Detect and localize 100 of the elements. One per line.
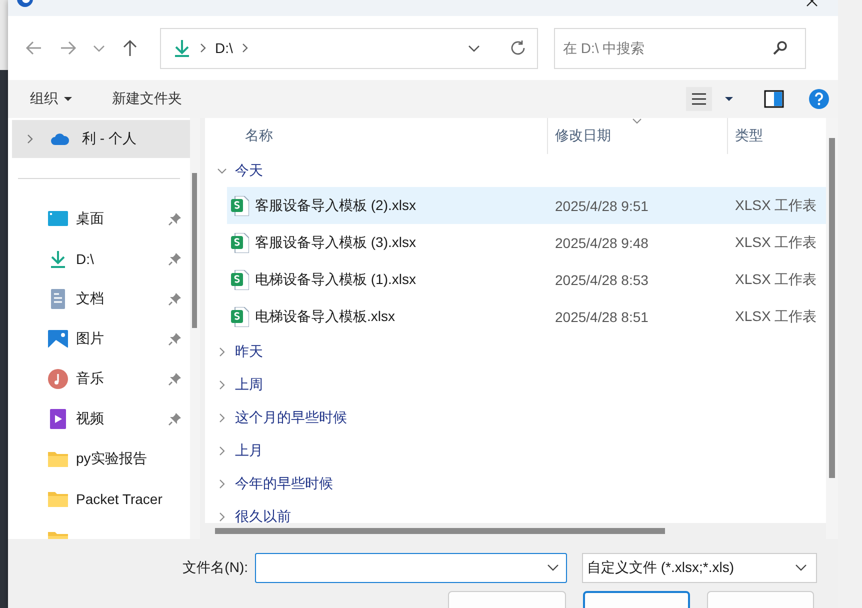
group-label: 昨天 bbox=[235, 342, 263, 360]
address-bar[interactable]: D:\ bbox=[160, 28, 538, 68]
list-view-icon[interactable] bbox=[686, 87, 712, 111]
sort-chevron-icon bbox=[632, 118, 642, 124]
folder-icon bbox=[48, 451, 68, 467]
sidebar-item[interactable]: py实验报告 bbox=[8, 439, 190, 479]
group-label: 这个月的早些时候 bbox=[235, 408, 347, 426]
sidebar-label: 利 - 个人 bbox=[82, 130, 136, 148]
pin-icon[interactable] bbox=[168, 332, 182, 346]
sidebar-label: Packet Tracer bbox=[76, 491, 162, 507]
new-folder-button[interactable]: 新建文件夹 bbox=[104, 86, 190, 112]
modified-date: 2025/4/28 9:48 bbox=[555, 234, 650, 250]
chevron-down-icon[interactable] bbox=[795, 564, 807, 572]
pin-icon[interactable] bbox=[168, 412, 182, 426]
chevron-right-icon[interactable] bbox=[240, 43, 249, 53]
chevron-right-icon[interactable] bbox=[217, 346, 227, 356]
modified-date: 2025/4/28 8:51 bbox=[555, 308, 650, 324]
sidebar-label: D:\ bbox=[76, 251, 94, 267]
search-field[interactable]: 在 D:\ 中搜索 bbox=[554, 28, 806, 68]
picture-icon bbox=[48, 330, 68, 348]
refresh-icon[interactable] bbox=[509, 39, 527, 57]
file-row[interactable]: 电梯设备导入模板.xlsx 2025/4/28 8:51 XLSX 工作表 bbox=[227, 298, 826, 335]
group-header[interactable]: 昨天 bbox=[205, 335, 826, 368]
sidebar-item[interactable]: Packet Tracer bbox=[8, 479, 190, 519]
cloud-icon bbox=[50, 131, 70, 147]
file-row[interactable]: 电梯设备导入模板 (1).xlsx 2025/4/28 8:53 XLSX 工作表 bbox=[227, 261, 826, 298]
group-label: 上周 bbox=[235, 376, 263, 394]
sidebar-item[interactable]: 视频 bbox=[8, 399, 190, 439]
chevron-down-icon[interactable] bbox=[547, 564, 559, 572]
group-label: 今年的早些时候 bbox=[235, 474, 333, 492]
scrollbar-thumb[interactable] bbox=[192, 173, 197, 328]
file-type: XLSX 工作表 bbox=[735, 196, 817, 214]
organize-menu-button[interactable]: 组织 bbox=[22, 86, 80, 112]
spreadsheet-file-icon bbox=[231, 232, 249, 252]
group-label: 上月 bbox=[235, 442, 263, 460]
path-segment[interactable]: D:\ bbox=[215, 40, 233, 56]
file-type: XLSX 工作表 bbox=[735, 234, 817, 252]
sidebar-item[interactable]: 音乐 bbox=[8, 359, 190, 399]
pin-icon[interactable] bbox=[168, 292, 182, 306]
group-label: 很久以前 bbox=[235, 508, 291, 523]
chevron-right-icon[interactable] bbox=[217, 446, 227, 456]
pin-icon[interactable] bbox=[168, 252, 182, 266]
sidebar-item[interactable]: 桌面 bbox=[8, 199, 190, 239]
download-icon bbox=[173, 38, 191, 58]
file-name-label: 文件名(N): bbox=[182, 559, 248, 577]
search-icon[interactable] bbox=[772, 40, 788, 56]
file-row[interactable]: 客服设备导入模板 (2).xlsx 2025/4/28 9:51 XLSX 工作表 bbox=[227, 187, 826, 224]
file-type-dropdown[interactable]: 自定义文件 (*.xlsx;*.xls) bbox=[582, 553, 817, 583]
file-name: 电梯设备导入模板 (1).xlsx bbox=[255, 270, 417, 288]
caret-down-icon bbox=[64, 96, 72, 102]
scrollbar-thumb[interactable] bbox=[829, 138, 835, 478]
sidebar-label: 视频 bbox=[76, 410, 104, 428]
scrollbar-thumb[interactable] bbox=[215, 528, 665, 534]
file-name-field[interactable] bbox=[255, 553, 567, 583]
sidebar-label: 桌面 bbox=[76, 210, 104, 228]
download-icon bbox=[48, 250, 68, 268]
sidebar-item[interactable]: 图片 bbox=[8, 319, 190, 359]
file-type: XLSX 工作表 bbox=[735, 308, 817, 326]
chevron-right-icon[interactable] bbox=[26, 133, 34, 145]
folder-icon bbox=[48, 491, 68, 507]
preview-pane-icon[interactable] bbox=[764, 90, 784, 108]
chevron-right-icon[interactable] bbox=[217, 512, 227, 522]
sidebar-label: 文档 bbox=[76, 290, 104, 308]
column-header[interactable]: 类型 bbox=[728, 118, 823, 154]
group-header[interactable]: 上周 bbox=[205, 368, 826, 401]
group-header[interactable]: 很久以前 bbox=[205, 500, 826, 523]
group-header[interactable]: 今年的早些时候 bbox=[205, 467, 826, 500]
group-header[interactable]: 上月 bbox=[205, 434, 826, 467]
chevron-right-icon[interactable] bbox=[217, 412, 227, 422]
sidebar-label: 图片 bbox=[76, 330, 104, 348]
modified-date: 2025/4/28 8:53 bbox=[555, 272, 650, 288]
sidebar-item[interactable]: 利 - 个人 bbox=[12, 120, 190, 158]
column-header[interactable]: 名称 bbox=[205, 118, 548, 154]
document-icon bbox=[48, 289, 68, 309]
file-name: 客服设备导入模板 (3).xlsx bbox=[255, 234, 417, 252]
file-row[interactable]: 客服设备导入模板 (3).xlsx 2025/4/28 9:48 XLSX 工作表 bbox=[227, 224, 826, 261]
modified-date: 2025/4/28 9:51 bbox=[555, 198, 650, 214]
chevron-right-icon[interactable] bbox=[217, 380, 227, 390]
group-header[interactable]: 今天 bbox=[205, 154, 826, 187]
spreadsheet-file-icon bbox=[231, 306, 249, 326]
pin-icon[interactable] bbox=[168, 212, 182, 226]
dropdown-caret-icon[interactable] bbox=[724, 95, 734, 103]
sidebar-item[interactable]: D:\ bbox=[8, 239, 190, 279]
group-label: 今天 bbox=[235, 162, 263, 180]
group-header[interactable]: 这个月的早些时候 bbox=[205, 401, 826, 434]
file-type: XLSX 工作表 bbox=[735, 270, 817, 288]
help-icon[interactable] bbox=[808, 88, 830, 110]
video-icon bbox=[48, 409, 68, 429]
sidebar-item[interactable]: 文档 bbox=[8, 279, 190, 319]
column-header[interactable]: 修改日期 bbox=[548, 118, 728, 154]
desktop-icon bbox=[48, 210, 68, 228]
spreadsheet-file-icon bbox=[231, 270, 249, 290]
file-name: 电梯设备导入模板.xlsx bbox=[255, 308, 396, 326]
file-name: 客服设备导入模板 (2).xlsx bbox=[255, 196, 417, 214]
chevron-right-icon[interactable] bbox=[217, 478, 227, 488]
sidebar-label: py实验报告 bbox=[76, 450, 147, 468]
chevron-right-icon bbox=[199, 43, 207, 53]
pin-icon[interactable] bbox=[168, 372, 182, 386]
sidebar-label: 音乐 bbox=[76, 370, 104, 388]
spreadsheet-file-icon bbox=[231, 196, 249, 216]
